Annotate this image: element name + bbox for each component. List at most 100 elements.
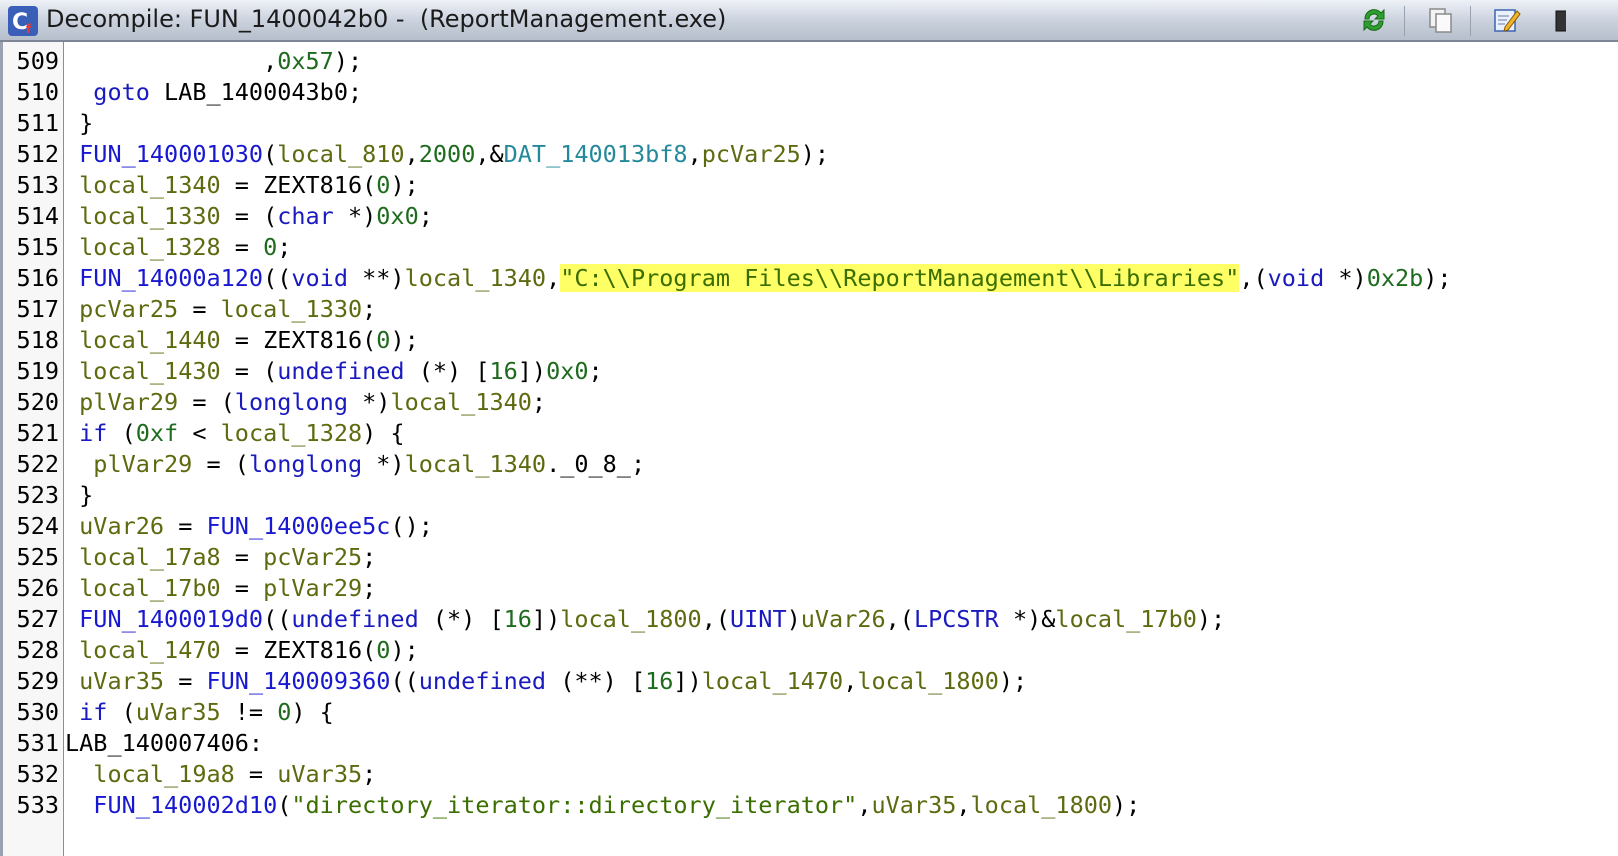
code-text[interactable]: local_17a8 = pcVar25; [65, 542, 376, 573]
code-text[interactable]: local_1430 = (undefined (*) [16])0x0; [65, 356, 603, 387]
code-text[interactable]: FUN_140001030(local_810,2000,&DAT_140013… [65, 139, 829, 170]
code-line[interactable]: 524 uVar26 = FUN_14000ee5c(); [3, 511, 1618, 542]
code-token[interactable]: 0x57 [277, 47, 334, 75]
code-token[interactable]: , [857, 791, 871, 819]
code-token[interactable]: LAB_140007406: [65, 729, 263, 757]
code-token[interactable]: uVar35 [136, 698, 221, 726]
code-token[interactable]: LPCSTR [914, 605, 999, 633]
code-text[interactable]: goto LAB_1400043b0; [65, 77, 362, 108]
code-text[interactable]: if (uVar35 != 0) { [65, 697, 334, 728]
code-token[interactable]: *) [362, 450, 404, 478]
code-token[interactable]: ); [334, 47, 362, 75]
snapshot-button[interactable] [1552, 3, 1572, 37]
code-line[interactable]: 518 local_1440 = ZEXT816(0); [3, 325, 1618, 356]
code-text[interactable]: local_1328 = 0; [65, 232, 291, 263]
code-token[interactable]: 0 [376, 326, 390, 354]
code-token[interactable]: uVar35 [79, 667, 164, 695]
code-token[interactable]: = [164, 512, 206, 540]
code-token[interactable]: plVar29 [79, 388, 178, 416]
code-token[interactable]: 16 [504, 605, 532, 633]
code-token[interactable]: = ZEXT816( [221, 171, 377, 199]
code-token[interactable]: *) [334, 202, 376, 230]
code-line[interactable]: 513 local_1340 = ZEXT816(0); [3, 170, 1618, 201]
code-token[interactable]: local_1430 [79, 357, 220, 385]
code-line[interactable]: 512 FUN_140001030(local_810,2000,&DAT_14… [3, 139, 1618, 170]
code-token[interactable]: ) { [291, 698, 333, 726]
code-token[interactable]: FUN_140009360 [207, 667, 391, 695]
code-text[interactable]: FUN_1400019d0((undefined (*) [16])local_… [65, 604, 1225, 635]
code-token[interactable]: != [221, 698, 278, 726]
code-token[interactable]: goto [93, 78, 150, 106]
code-line[interactable]: 522 plVar29 = (longlong *)local_1340._0_… [3, 449, 1618, 480]
code-token[interactable]: = ( [221, 202, 277, 230]
code-token[interactable]: (**) [ [546, 667, 645, 695]
code-token[interactable]: = ZEXT816( [221, 326, 377, 354]
code-token[interactable]: (*) [ [405, 357, 490, 385]
code-token[interactable]: 0 [263, 233, 277, 261]
code-token[interactable]: ); [801, 140, 829, 168]
code-token[interactable]: *) [348, 388, 390, 416]
code-token[interactable]: local_810 [277, 140, 404, 168]
code-token[interactable]: plVar29 [263, 574, 362, 602]
code-token[interactable]: ); [999, 667, 1027, 695]
code-token[interactable]: local_1440 [79, 326, 220, 354]
refresh-button[interactable] [1356, 3, 1392, 37]
code-token[interactable]: pcVar25 [702, 140, 801, 168]
code-text[interactable]: } [65, 480, 93, 511]
code-token[interactable]: } [79, 481, 93, 509]
code-token[interactable]: ( [107, 419, 136, 447]
code-text[interactable]: plVar29 = (longlong *)local_1340._0_8_; [65, 449, 645, 480]
code-token[interactable]: longlong [235, 388, 348, 416]
code-token[interactable]: , [405, 140, 419, 168]
code-token[interactable]: FUN_14000ee5c [207, 512, 391, 540]
code-token[interactable]: 16 [645, 667, 673, 695]
code-token[interactable]: undefined [291, 605, 418, 633]
code-text[interactable]: if (0xf < local_1328) { [65, 418, 404, 449]
code-token[interactable]: , [688, 140, 702, 168]
code-token[interactable]: local_1328 [221, 419, 362, 447]
code-token[interactable]: ); [1112, 791, 1140, 819]
code-token[interactable]: , [956, 791, 970, 819]
code-token[interactable]: 2000 [419, 140, 476, 168]
code-line[interactable]: 509 ,0x57); [3, 46, 1618, 77]
code-token[interactable]: ( [277, 791, 291, 819]
code-text[interactable]: local_1330 = (char *)0x0; [65, 201, 433, 232]
code-line[interactable]: 520 plVar29 = (longlong *)local_1340; [3, 387, 1618, 418]
code-token[interactable]: ) [787, 605, 801, 633]
code-line[interactable]: 523 } [3, 480, 1618, 511]
code-token[interactable]: local_1340 [405, 264, 546, 292]
code-text[interactable]: LAB_140007406: [65, 728, 263, 759]
code-token[interactable]: 16 [489, 357, 517, 385]
code-token[interactable]: FUN_140001030 [79, 140, 263, 168]
decompiler-code-panel[interactable]: 509 ,0x57); 510 goto LAB_1400043b0; 511 } 5… [0, 42, 1618, 856]
code-token[interactable]: uVar26 [801, 605, 886, 633]
code-line[interactable]: 528 local_1470 = ZEXT816(0); [3, 635, 1618, 666]
code-token[interactable]: ); [1197, 605, 1225, 633]
code-token[interactable]: ) { [362, 419, 404, 447]
code-text[interactable]: pcVar25 = local_1330; [65, 294, 376, 325]
code-line[interactable]: 527 FUN_1400019d0((undefined (*) [16])lo… [3, 604, 1618, 635]
code-token[interactable]: ; [532, 388, 546, 416]
code-line[interactable]: 519 local_1430 = (undefined (*) [16])0x0… [3, 356, 1618, 387]
code-token[interactable]: plVar29 [93, 450, 192, 478]
code-token[interactable]: uVar35 [277, 760, 362, 788]
code-token[interactable]: (*) [ [419, 605, 504, 633]
code-token[interactable]: FUN_140002d10 [93, 791, 277, 819]
code-token[interactable]: if [79, 698, 107, 726]
code-token[interactable]: = [221, 574, 263, 602]
code-token[interactable]: UINT [730, 605, 787, 633]
code-text[interactable]: FUN_140002d10("directory_iterator::direc… [65, 790, 1140, 821]
code-text[interactable]: ,0x57); [65, 46, 362, 77]
code-token[interactable]: ); [390, 636, 418, 664]
code-token[interactable]: 0x0 [546, 357, 588, 385]
code-text[interactable]: local_1340 = ZEXT816(0); [65, 170, 419, 201]
code-line[interactable]: 511 } [3, 108, 1618, 139]
code-token[interactable]: ; [589, 357, 603, 385]
code-token[interactable]: (( [263, 264, 291, 292]
code-token[interactable]: , [263, 47, 277, 75]
code-token[interactable]: ); [1423, 264, 1451, 292]
code-token[interactable]: ; [277, 233, 291, 261]
code-token[interactable]: local_17b0 [1055, 605, 1196, 633]
code-token[interactable]: ( [263, 140, 277, 168]
code-token[interactable]: local_1470 [79, 636, 220, 664]
